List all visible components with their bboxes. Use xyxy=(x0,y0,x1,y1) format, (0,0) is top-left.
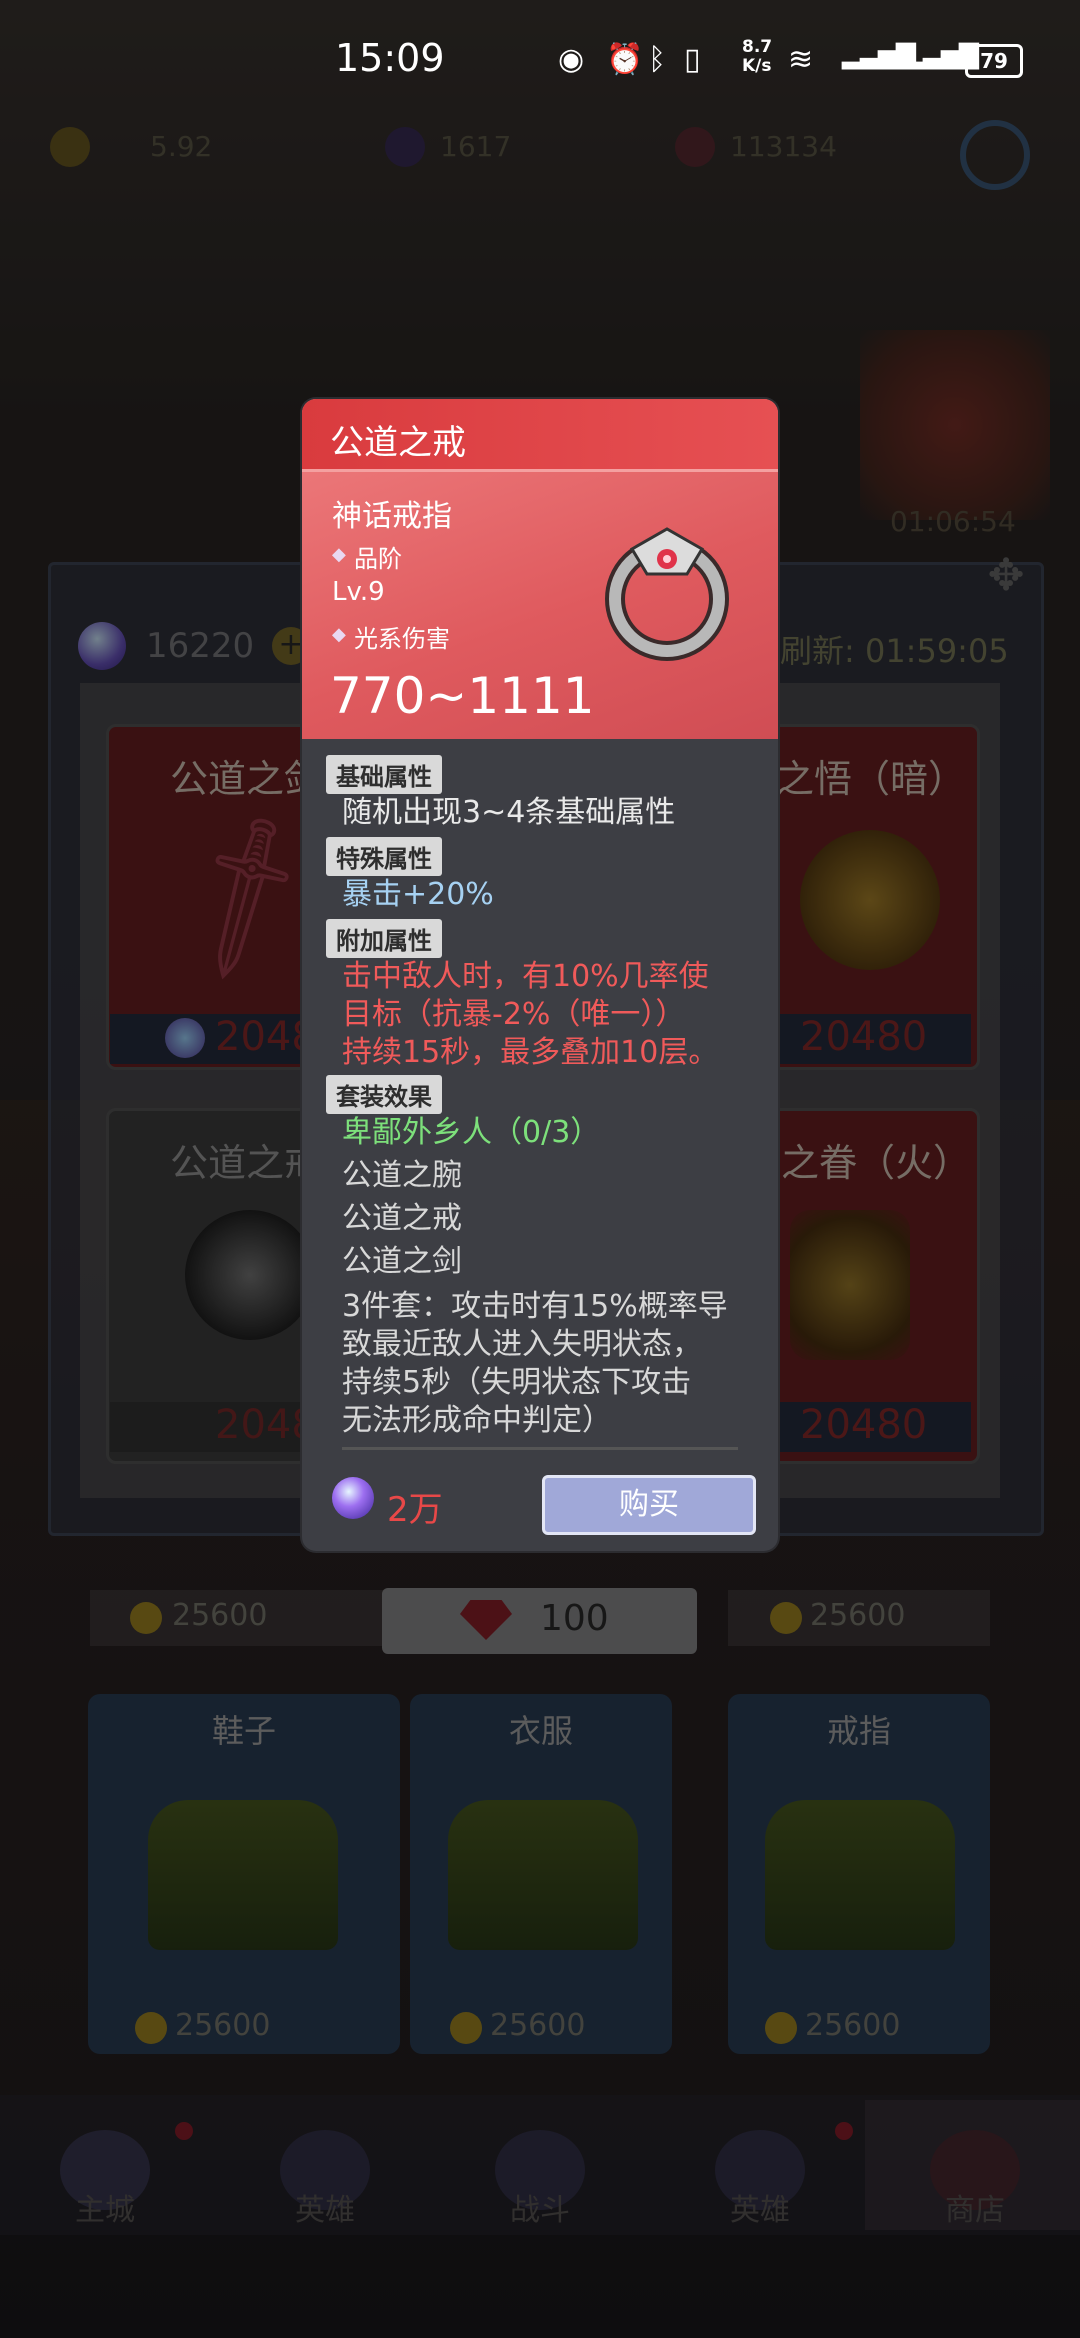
item-subtype: 神话戒指 xyxy=(332,499,452,534)
divider xyxy=(342,1447,738,1450)
item-price: 2万 xyxy=(387,1490,443,1530)
set-bonus-line: 致最近敌人进入失明状态， xyxy=(342,1327,702,1362)
alarm-icon: ⏰ xyxy=(606,42,644,77)
bluetooth-icon: ᛒ xyxy=(648,42,666,77)
diamond-bullet-icon: ◆ xyxy=(332,544,346,565)
set-item: 公道之戒 xyxy=(342,1201,462,1236)
item-element: 光系伤害 xyxy=(354,625,450,653)
extra-attr-line: 击中敌人时，有10%几率使 xyxy=(342,959,709,994)
item-title: 公道之戒 xyxy=(330,423,466,463)
status-time: 15:09 xyxy=(335,36,445,80)
network-speed: 8.7 K/s xyxy=(742,37,773,76)
section-tag-set: 套装效果 xyxy=(326,1075,442,1114)
set-bonus-line: 持续5秒（失明状态下攻击 xyxy=(342,1365,692,1400)
signal-4g-icon: ▂▃▅▇ xyxy=(842,40,916,70)
ring-icon xyxy=(605,527,729,661)
battery-icon: 79 xyxy=(965,44,1023,78)
item-detail-popup: 公道之戒 神话戒指 ◆ 品阶 Lv.9 ◆ 光系伤害 770~1111 基础属性… xyxy=(302,399,778,1551)
item-level: Lv.9 xyxy=(332,577,385,607)
wifi-icon: ≋ xyxy=(788,42,814,77)
section-tag-extra: 附加属性 xyxy=(326,919,442,958)
damage-range: 770~1111 xyxy=(330,667,595,725)
extra-attr-line: 持续15秒，最多叠加10层。 xyxy=(342,1035,719,1070)
buy-button[interactable]: 购买 xyxy=(542,1475,756,1535)
special-attr-text: 暴击+20% xyxy=(342,877,494,912)
basic-attr-text: 随机出现3~4条基础属性 xyxy=(342,795,676,830)
set-item: 公道之剑 xyxy=(342,1244,462,1279)
crystal-currency-icon xyxy=(332,1477,374,1519)
set-bonus-line: 3件套：攻击时有15%概率导 xyxy=(342,1289,728,1324)
extra-attr-line: 目标（抗暴-2%（唯一）） xyxy=(342,997,686,1032)
set-bonus-line: 无法形成命中判定） xyxy=(342,1403,612,1438)
section-tag-basic: 基础属性 xyxy=(326,755,442,794)
eye-icon: ◉ xyxy=(558,42,585,77)
vibrate-icon: ▯ xyxy=(684,42,701,77)
set-name: 卑鄙外乡人（0/3） xyxy=(342,1115,601,1150)
diamond-bullet-icon: ◆ xyxy=(332,624,346,645)
item-quality-label: 品阶 xyxy=(354,545,402,573)
section-tag-special: 特殊属性 xyxy=(326,837,442,876)
set-item: 公道之腕 xyxy=(342,1158,462,1193)
